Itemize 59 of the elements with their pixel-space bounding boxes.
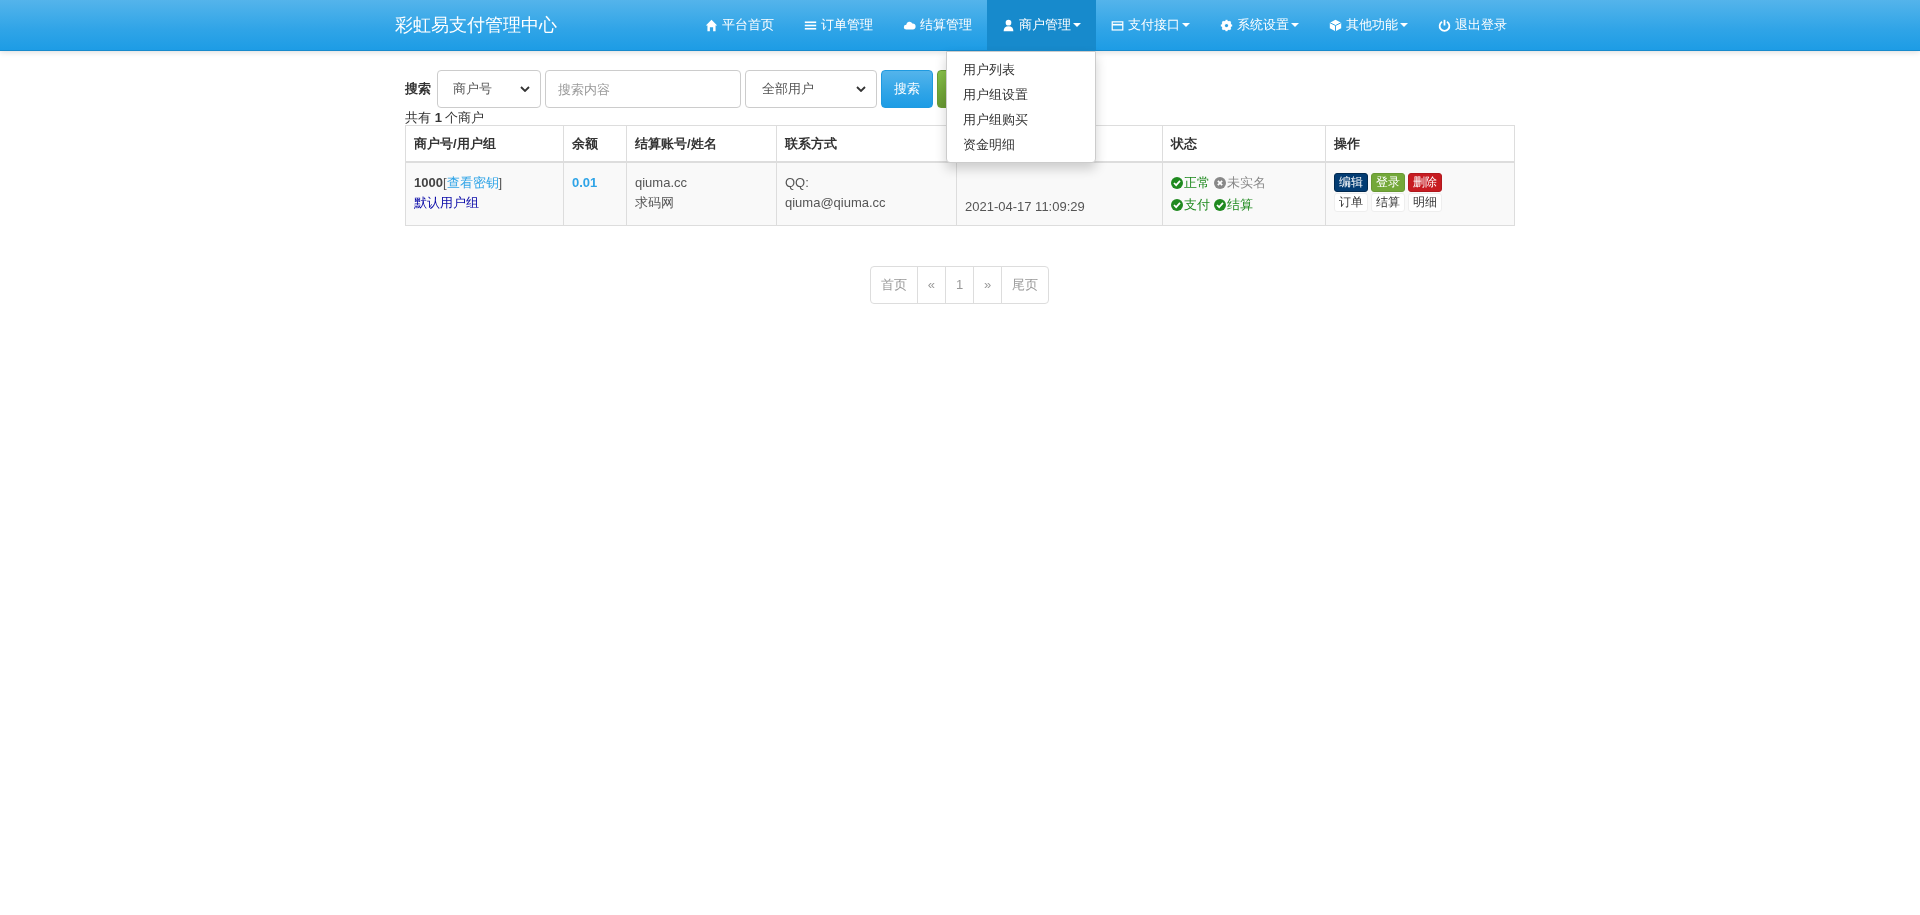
status-label: 正常 bbox=[1171, 173, 1210, 193]
cross-circle-icon bbox=[1214, 177, 1226, 189]
view-key-link[interactable]: 查看密钥 bbox=[446, 175, 499, 190]
action-button[interactable]: 删除 bbox=[1408, 173, 1442, 192]
menu-item[interactable]: 用户组设置 bbox=[947, 82, 1095, 107]
status-label: 未实名 bbox=[1214, 173, 1266, 193]
nav-item[interactable]: 商户管理 bbox=[987, 0, 1096, 50]
page-link[interactable]: « bbox=[916, 266, 946, 304]
chevron-down-icon bbox=[520, 86, 530, 92]
search-label: 搜索 bbox=[405, 80, 431, 98]
cube-icon bbox=[1329, 18, 1342, 32]
merchant-id: 1000[ bbox=[414, 175, 447, 190]
page-link[interactable]: 尾页 bbox=[1001, 266, 1050, 304]
settle-name: 求码网 bbox=[635, 194, 675, 212]
action-button[interactable]: 订单 bbox=[1334, 193, 1368, 212]
nav-item[interactable]: 支付接口 bbox=[1096, 0, 1205, 50]
dropdown-select[interactable]: 商户号 bbox=[437, 70, 541, 108]
nav-item[interactable]: 其他功能 bbox=[1314, 0, 1423, 50]
contact-label: QQ: bbox=[785, 174, 810, 192]
credit-card-icon bbox=[1111, 18, 1124, 32]
action-button[interactable]: 登录 bbox=[1371, 173, 1405, 192]
status-label: 结算 bbox=[1214, 195, 1253, 215]
contact-email: qiuma@qiuma.cc bbox=[785, 194, 887, 212]
menu-item[interactable]: 用户列表 bbox=[947, 57, 1095, 82]
search-button[interactable]: 搜索 bbox=[881, 70, 933, 108]
caret-icon bbox=[1400, 23, 1408, 27]
brand-title[interactable]: 彩虹易支付管理中心 bbox=[395, 13, 690, 37]
date-text: 2021-04-17 11:09:29 bbox=[965, 199, 1085, 214]
dropdown-select[interactable]: 全部用户 bbox=[745, 70, 877, 108]
bracket-text: ] bbox=[498, 175, 503, 190]
page-link[interactable]: 首页 bbox=[869, 266, 918, 304]
power-icon bbox=[1438, 18, 1451, 32]
caret-icon bbox=[1291, 23, 1299, 27]
caret-icon bbox=[1182, 23, 1190, 27]
status-label: 支付 bbox=[1171, 195, 1210, 215]
settle-account: qiuma.cc bbox=[635, 174, 689, 192]
action-button[interactable]: 明细 bbox=[1408, 193, 1442, 212]
page-link[interactable]: » bbox=[973, 266, 1003, 304]
page-link[interactable]: 1 bbox=[944, 266, 975, 304]
nav-item[interactable]: 结算管理 bbox=[888, 0, 987, 50]
action-button[interactable]: 结算 bbox=[1371, 193, 1405, 212]
nav-item[interactable]: 退出登录 bbox=[1423, 0, 1522, 50]
nav-item[interactable]: 平台首页 bbox=[690, 0, 789, 50]
home-icon bbox=[705, 18, 718, 32]
record-count: 共有 1 个商户 bbox=[405, 111, 485, 125]
search-field[interactable]: 搜索内容 bbox=[545, 70, 741, 108]
nav-item[interactable]: 系统设置 bbox=[1205, 0, 1314, 50]
settings-icon bbox=[1220, 18, 1233, 32]
balance-value: 0.01 bbox=[572, 175, 598, 190]
check-circle-icon bbox=[1214, 199, 1226, 211]
list-icon bbox=[804, 18, 817, 32]
action-button[interactable]: 编辑 bbox=[1334, 173, 1368, 192]
user-icon bbox=[1002, 18, 1015, 32]
caret-icon bbox=[1073, 23, 1081, 27]
chevron-down-icon bbox=[856, 86, 866, 92]
check-circle-icon bbox=[1171, 177, 1183, 189]
nav-item[interactable]: 订单管理 bbox=[789, 0, 888, 50]
check-circle-icon bbox=[1171, 199, 1183, 211]
user-group-link[interactable]: 默认用户组 bbox=[414, 193, 479, 213]
